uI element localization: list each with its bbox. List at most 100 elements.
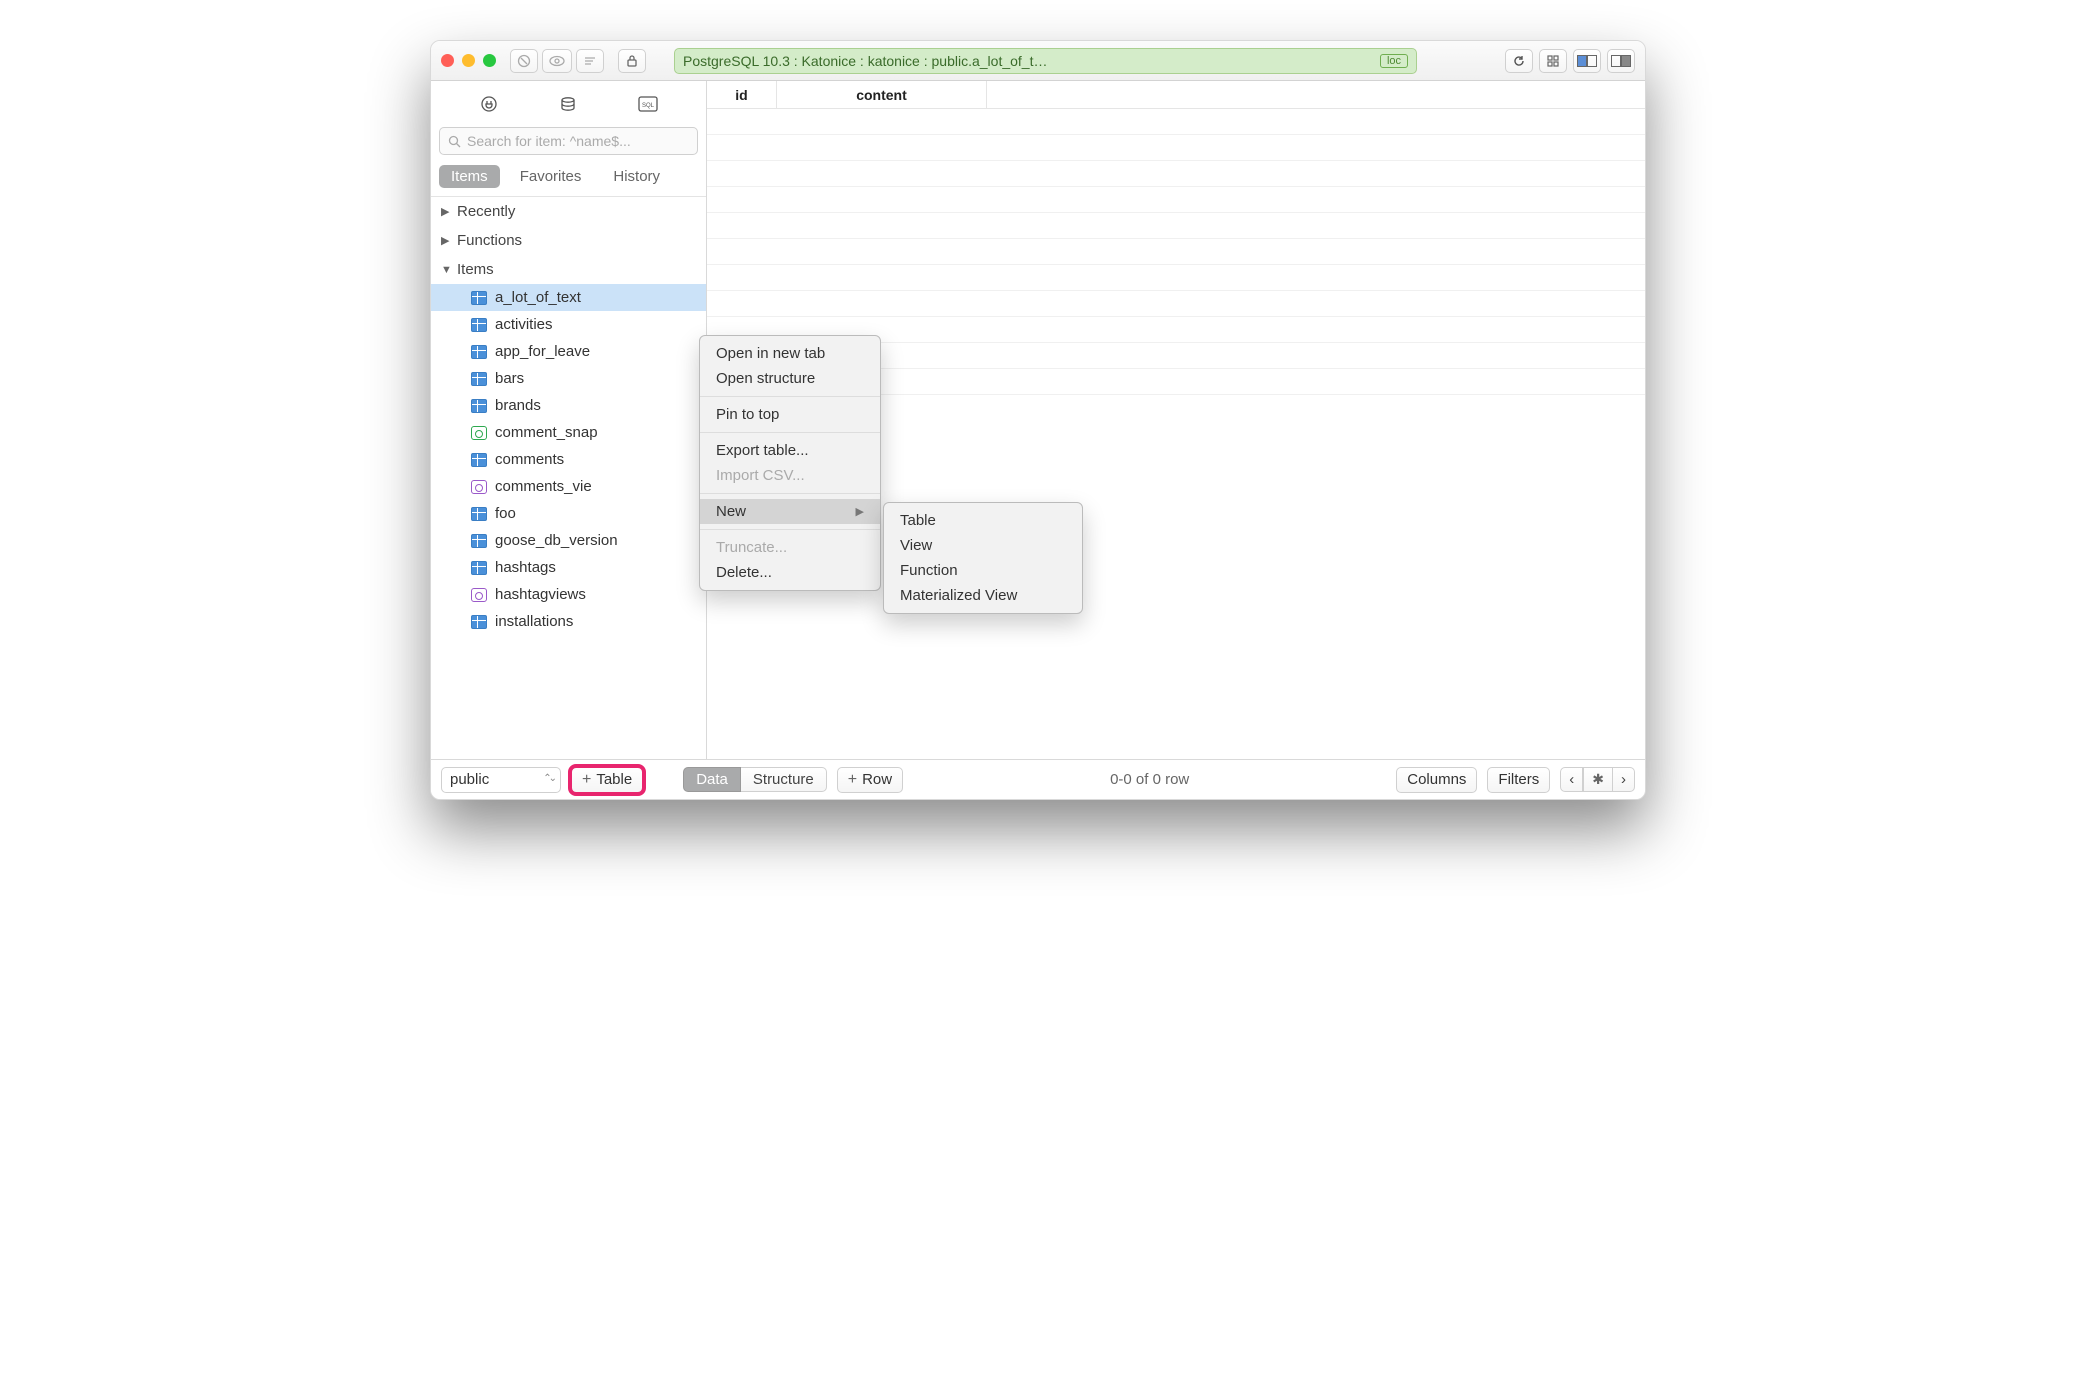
tab-favorites[interactable]: Favorites [508, 165, 594, 188]
plug-icon[interactable] [473, 91, 505, 117]
sidebar-item-label: comment_snap [495, 424, 598, 441]
next-button[interactable]: › [1613, 767, 1635, 792]
column-header-id[interactable]: id [707, 81, 777, 108]
mview-icon [471, 588, 487, 602]
table-row [707, 213, 1645, 239]
status-text: 0-0 of 0 row [913, 771, 1386, 788]
stop-button[interactable] [510, 49, 538, 73]
sidebar-item-goose_db_version[interactable]: goose_db_version [431, 527, 706, 554]
refresh-button[interactable] [1505, 49, 1533, 73]
sql-icon[interactable]: SQL [632, 91, 664, 117]
sidebar-item-label: bars [495, 370, 524, 387]
sidebar-item-installations[interactable]: installations [431, 608, 706, 635]
view-icon [471, 426, 487, 440]
tree-group-items[interactable]: ▼Items [431, 255, 706, 284]
sidebar-item-comment_snap[interactable]: comment_snap [431, 419, 706, 446]
menu-open-new-tab[interactable]: Open in new tab [700, 341, 880, 366]
sidebar-item-bars[interactable]: bars [431, 365, 706, 392]
breadcrumb-text: PostgreSQL 10.3 : Katonice : katonice : … [683, 53, 1047, 69]
mview-icon [471, 480, 487, 494]
menu-new[interactable]: New▶ [700, 499, 880, 524]
submenu-function[interactable]: Function [884, 558, 1082, 583]
tree-group-recently[interactable]: ▶Recently [431, 197, 706, 226]
search-input[interactable]: Search for item: ^name$... [439, 127, 698, 155]
add-table-button[interactable]: +Table [571, 767, 643, 793]
submenu-table[interactable]: Table [884, 508, 1082, 533]
filters-button[interactable]: Filters [1487, 767, 1550, 793]
app-window: PostgreSQL 10.3 : Katonice : katonice : … [430, 40, 1646, 800]
menu-truncate: Truncate... [700, 535, 880, 560]
sidebar-item-activities[interactable]: activities [431, 311, 706, 338]
sidebar-item-comments[interactable]: comments [431, 446, 706, 473]
svg-text:SQL: SQL [642, 103, 655, 109]
sort-button[interactable] [576, 49, 604, 73]
preview-button[interactable] [542, 49, 572, 73]
chevron-right-icon: › [1621, 771, 1626, 788]
sidebar-item-a_lot_of_text[interactable]: a_lot_of_text [431, 284, 706, 311]
table-row [707, 109, 1645, 135]
sidebar-item-hashtags[interactable]: hashtags [431, 554, 706, 581]
toolbar-left-group [510, 49, 604, 73]
menu-pin-to-top[interactable]: Pin to top [700, 402, 880, 427]
chevron-right-icon: ▶ [441, 234, 453, 247]
submenu-materialized-view[interactable]: Materialized View [884, 583, 1082, 608]
menu-separator [700, 529, 880, 530]
table-row [707, 291, 1645, 317]
sidebar-item-label: comments_vie [495, 478, 592, 495]
toolbar-right-group [1505, 49, 1635, 73]
search-placeholder: Search for item: ^name$... [467, 133, 631, 149]
menu-open-structure[interactable]: Open structure [700, 366, 880, 391]
sidebar-item-label: app_for_leave [495, 343, 590, 360]
schema-select[interactable]: public [441, 767, 561, 793]
nav-segment: ‹ ✱ › [1560, 767, 1635, 792]
body: SQL Search for item: ^name$... Items Fav… [431, 81, 1645, 759]
prev-button[interactable]: ‹ [1560, 767, 1583, 792]
grid-view-button[interactable] [1539, 49, 1567, 73]
context-menu: Open in new tab Open structure Pin to to… [699, 335, 881, 591]
sidebar-item-app_for_leave[interactable]: app_for_leave [431, 338, 706, 365]
sidebar-item-brands[interactable]: brands [431, 392, 706, 419]
menu-delete[interactable]: Delete... [700, 560, 880, 585]
table-icon [471, 615, 487, 629]
sidebar-item-hashtagviews[interactable]: hashtagviews [431, 581, 706, 608]
tab-items[interactable]: Items [439, 165, 500, 188]
submenu-view[interactable]: View [884, 533, 1082, 558]
sidebar-item-foo[interactable]: foo [431, 500, 706, 527]
panel-right-button[interactable] [1607, 49, 1635, 73]
menu-separator [700, 396, 880, 397]
close-icon[interactable] [441, 54, 454, 67]
menu-separator [700, 493, 880, 494]
database-icon[interactable] [552, 91, 584, 117]
sidebar-item-label: hashtagviews [495, 586, 586, 603]
plus-icon: + [582, 771, 591, 789]
sidebar-item-label: goose_db_version [495, 532, 618, 549]
table-icon [471, 345, 487, 359]
chevron-left-icon: ‹ [1569, 771, 1574, 788]
footer: public +Table Data Structure +Row 0-0 of… [431, 759, 1645, 799]
column-header-content[interactable]: content [777, 81, 987, 108]
lock-button[interactable] [618, 49, 646, 73]
context-submenu-new: Table View Function Materialized View [883, 502, 1083, 614]
table-icon [471, 318, 487, 332]
tab-history[interactable]: History [601, 165, 672, 188]
seg-structure[interactable]: Structure [741, 767, 827, 792]
panel-left-button[interactable] [1573, 49, 1601, 73]
add-row-button[interactable]: +Row [837, 767, 903, 793]
table-row [707, 265, 1645, 291]
breadcrumb[interactable]: PostgreSQL 10.3 : Katonice : katonice : … [674, 48, 1417, 74]
tree-group-functions[interactable]: ▶Functions [431, 226, 706, 255]
seg-data[interactable]: Data [683, 767, 741, 792]
settings-button[interactable]: ✱ [1583, 767, 1613, 792]
search-icon [448, 135, 461, 148]
minimize-icon[interactable] [462, 54, 475, 67]
sidebar-item-label: a_lot_of_text [495, 289, 581, 306]
menu-export-table[interactable]: Export table... [700, 438, 880, 463]
sidebar-item-label: foo [495, 505, 516, 522]
table-icon [471, 372, 487, 386]
sidebar-item-label: activities [495, 316, 553, 333]
sidebar-item-comments_vie[interactable]: comments_vie [431, 473, 706, 500]
maximize-icon[interactable] [483, 54, 496, 67]
columns-button[interactable]: Columns [1396, 767, 1477, 793]
plus-icon: + [848, 771, 857, 789]
chevron-right-icon: ▶ [441, 205, 453, 218]
